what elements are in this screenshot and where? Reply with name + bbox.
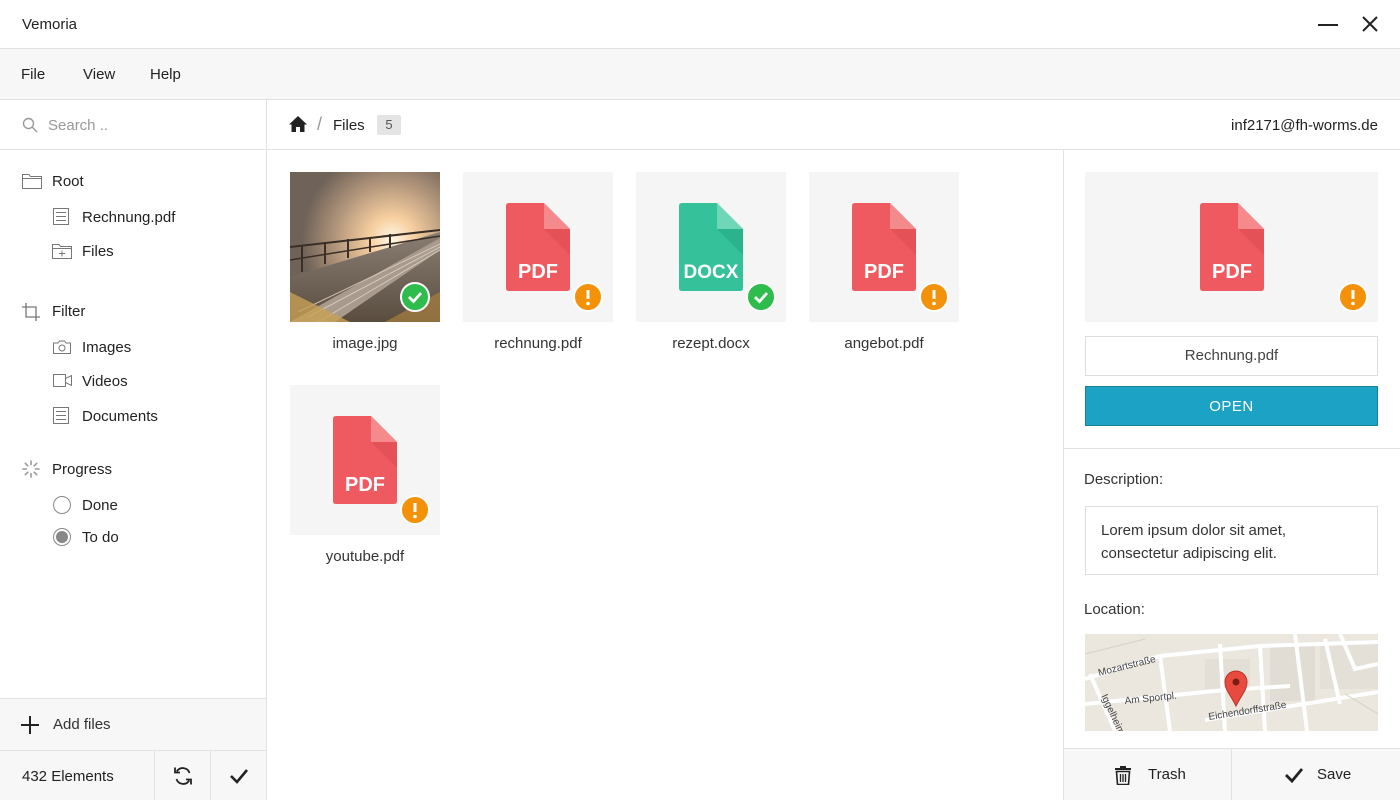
- sync-button[interactable]: [154, 751, 210, 800]
- description-label: Description:: [1084, 471, 1164, 488]
- status-ok-badge: [400, 282, 430, 312]
- pdf-file-icon: PDF: [1200, 203, 1264, 291]
- svg-text:PDF: PDF: [1212, 261, 1252, 283]
- svg-text:DOCX: DOCX: [684, 262, 739, 283]
- trash-icon: [1115, 766, 1131, 785]
- docx-file-icon: DOCX: [679, 203, 743, 291]
- plus-icon: [21, 716, 39, 734]
- status-warning-badge: [1338, 282, 1368, 312]
- breadcrumb: / Files 5 inf2171@fh-worms.de: [267, 100, 1400, 150]
- title-bar: Vemoria: [0, 0, 1400, 49]
- document-icon: [53, 407, 69, 424]
- status-ok-badge: [746, 282, 776, 312]
- menu-file[interactable]: File: [21, 66, 45, 83]
- filename-field[interactable]: Rechnung.pdf: [1085, 336, 1378, 376]
- save-label: Save: [1317, 766, 1352, 783]
- add-files-label: Add files: [53, 716, 111, 733]
- trash-label: Trash: [1148, 766, 1186, 783]
- location-label: Location:: [1084, 601, 1145, 618]
- video-icon: [53, 374, 72, 387]
- user-email[interactable]: inf2171@fh-worms.de: [1231, 117, 1378, 134]
- filter-documents[interactable]: Documents: [82, 408, 158, 425]
- spinner-icon: [22, 460, 40, 478]
- file-grid: image.jpg PDF rechnung.pdf DOCX rezept.d…: [267, 150, 1063, 800]
- file-name: angebot.pdf: [844, 335, 924, 352]
- breadcrumb-separator: /: [317, 114, 323, 134]
- pdf-file-icon: PDF: [852, 203, 916, 291]
- open-button[interactable]: OPEN: [1085, 386, 1378, 426]
- file-preview: PDF: [1085, 172, 1378, 322]
- warning-icon: [586, 290, 590, 306]
- confirm-button[interactable]: [210, 751, 266, 800]
- warning-icon: [932, 290, 936, 306]
- radio-done[interactable]: [53, 496, 71, 514]
- close-button[interactable]: [1356, 10, 1384, 38]
- tree-filter[interactable]: Filter: [52, 303, 85, 320]
- svg-text:PDF: PDF: [518, 261, 558, 283]
- file-name: rezept.docx: [672, 335, 750, 352]
- trash-button[interactable]: Trash: [1064, 749, 1232, 800]
- document-icon: [53, 208, 69, 225]
- status-warning-badge: [573, 282, 603, 312]
- folder-add-icon: [52, 244, 72, 259]
- search-bar: [0, 100, 266, 150]
- menu-help[interactable]: Help: [150, 66, 181, 83]
- check-icon: [408, 292, 423, 304]
- add-files-button[interactable]: Add files: [0, 698, 266, 750]
- tree-progress[interactable]: Progress: [52, 461, 112, 478]
- menu-bar: File View Help: [0, 49, 1400, 100]
- file-name: youtube.pdf: [325, 548, 405, 565]
- status-bar: 432 Elements: [0, 750, 266, 800]
- svg-text:PDF: PDF: [345, 474, 385, 496]
- pdf-file-icon: PDF: [333, 416, 397, 504]
- sidebar: Root Rechnung.pdf Files Filter Images Vi…: [0, 100, 267, 800]
- save-button[interactable]: Save: [1232, 749, 1400, 800]
- breadcrumb-files[interactable]: Files: [333, 117, 365, 134]
- file-name: image.jpg: [332, 335, 398, 352]
- search-icon: [22, 117, 38, 133]
- location-map[interactable]: Mozartstraße Am Sportpl. Eichendorffstra…: [1085, 634, 1378, 731]
- tree-item-files[interactable]: Files: [82, 243, 114, 260]
- element-count: 432 Elements: [22, 768, 114, 785]
- detail-panel: PDF Rechnung.pdf OPEN Description: Lorem…: [1063, 150, 1400, 800]
- status-warning-badge: [400, 495, 430, 525]
- warning-icon: [1351, 290, 1355, 306]
- check-icon: [754, 292, 769, 304]
- radio-todo-label: To do: [82, 529, 119, 546]
- description-field[interactable]: Lorem ipsum dolor sit amet, consectetur …: [1085, 506, 1378, 575]
- filter-images[interactable]: Images: [82, 339, 131, 356]
- warning-icon: [413, 503, 417, 519]
- home-icon[interactable]: [288, 115, 308, 133]
- minimize-button[interactable]: [1314, 10, 1342, 38]
- search-input[interactable]: [48, 114, 248, 136]
- camera-icon: [53, 340, 71, 354]
- check-icon: [230, 769, 248, 784]
- svg-text:PDF: PDF: [864, 261, 904, 283]
- menu-view[interactable]: View: [83, 66, 115, 83]
- sync-icon: [174, 767, 192, 785]
- radio-todo[interactable]: [53, 528, 71, 546]
- app-title: Vemoria: [22, 16, 78, 33]
- detail-actions: Trash Save: [1064, 748, 1400, 800]
- close-icon: [1362, 16, 1378, 32]
- radio-done-label: Done: [82, 497, 118, 514]
- tree-root[interactable]: Root: [52, 173, 84, 190]
- folder-icon: [22, 174, 42, 189]
- status-warning-badge: [919, 282, 949, 312]
- tree-item-rechnung[interactable]: Rechnung.pdf: [82, 209, 175, 226]
- count-badge: 5: [377, 115, 401, 135]
- crop-icon: [22, 303, 40, 321]
- filter-videos[interactable]: Videos: [82, 373, 128, 390]
- check-icon: [1285, 768, 1304, 784]
- divider: [1064, 448, 1400, 449]
- pdf-file-icon: PDF: [506, 203, 570, 291]
- file-name: rechnung.pdf: [494, 335, 582, 352]
